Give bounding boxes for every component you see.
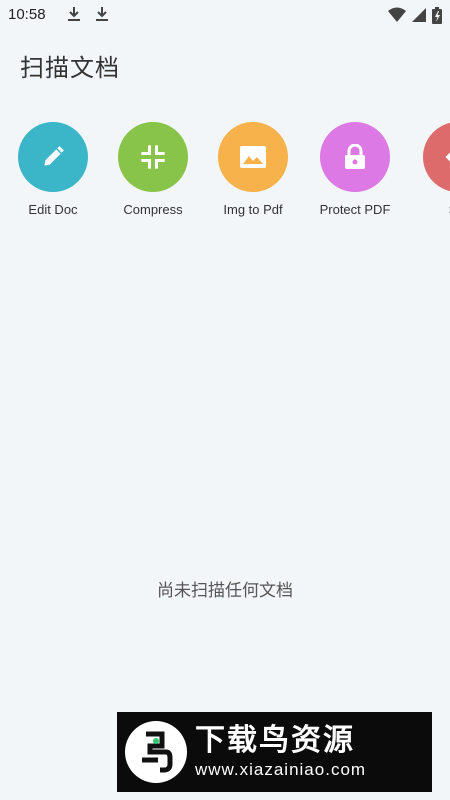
page-title: 扫描文档: [20, 54, 120, 82]
tool-label: Edit Doc: [28, 202, 78, 217]
tool-circle[interactable]: [18, 122, 88, 192]
tool-protect-pdf[interactable]: Protect PDF: [305, 122, 405, 217]
download-icon: [68, 7, 80, 21]
watermark-banner: 下载鸟资源 www.xiazainiao.com: [117, 712, 432, 792]
tool-label: Compress: [123, 202, 183, 217]
split-icon: [445, 152, 450, 162]
tool-label: Protect PDF: [319, 202, 391, 217]
tool-compress[interactable]: Compress: [103, 122, 203, 217]
pencil-icon: [44, 146, 64, 166]
download-icon: [96, 7, 108, 21]
compress-icon: [141, 145, 165, 169]
tool-label: Img to Pdf: [223, 202, 283, 217]
wifi-icon: [388, 7, 406, 22]
watermark-url: www.xiazainiao.com: [195, 760, 367, 779]
tool-circle[interactable]: [423, 122, 450, 192]
tool-circle[interactable]: [118, 122, 188, 192]
tool-split[interactable]: Spl: [408, 122, 450, 217]
watermark-title: 下载鸟资源: [195, 723, 355, 758]
signal-icon: [412, 8, 426, 22]
tool-img-to-pdf[interactable]: Img to Pdf: [203, 122, 303, 217]
bird-logo-icon: [142, 731, 173, 773]
lock-icon: [345, 144, 365, 169]
image-icon: [240, 146, 266, 168]
status-time: 10:58: [8, 6, 46, 23]
battery-icon: [432, 6, 442, 24]
empty-state-text: 尚未扫描任何文档: [157, 581, 293, 601]
watermark-text: 下载鸟资源 www.xiazainiao.com: [195, 723, 366, 781]
tools-carousel[interactable]: Edit Doc Compress Img to Pdf Protect PDF: [0, 122, 450, 232]
tool-edit-doc[interactable]: Edit Doc: [3, 122, 103, 217]
tool-circle[interactable]: [218, 122, 288, 192]
status-bar: 10:58: [0, 0, 450, 30]
tool-label: Spl: [408, 202, 450, 217]
status-icons: [388, 6, 442, 24]
tool-circle[interactable]: [320, 122, 390, 192]
watermark-logo: [125, 721, 187, 783]
